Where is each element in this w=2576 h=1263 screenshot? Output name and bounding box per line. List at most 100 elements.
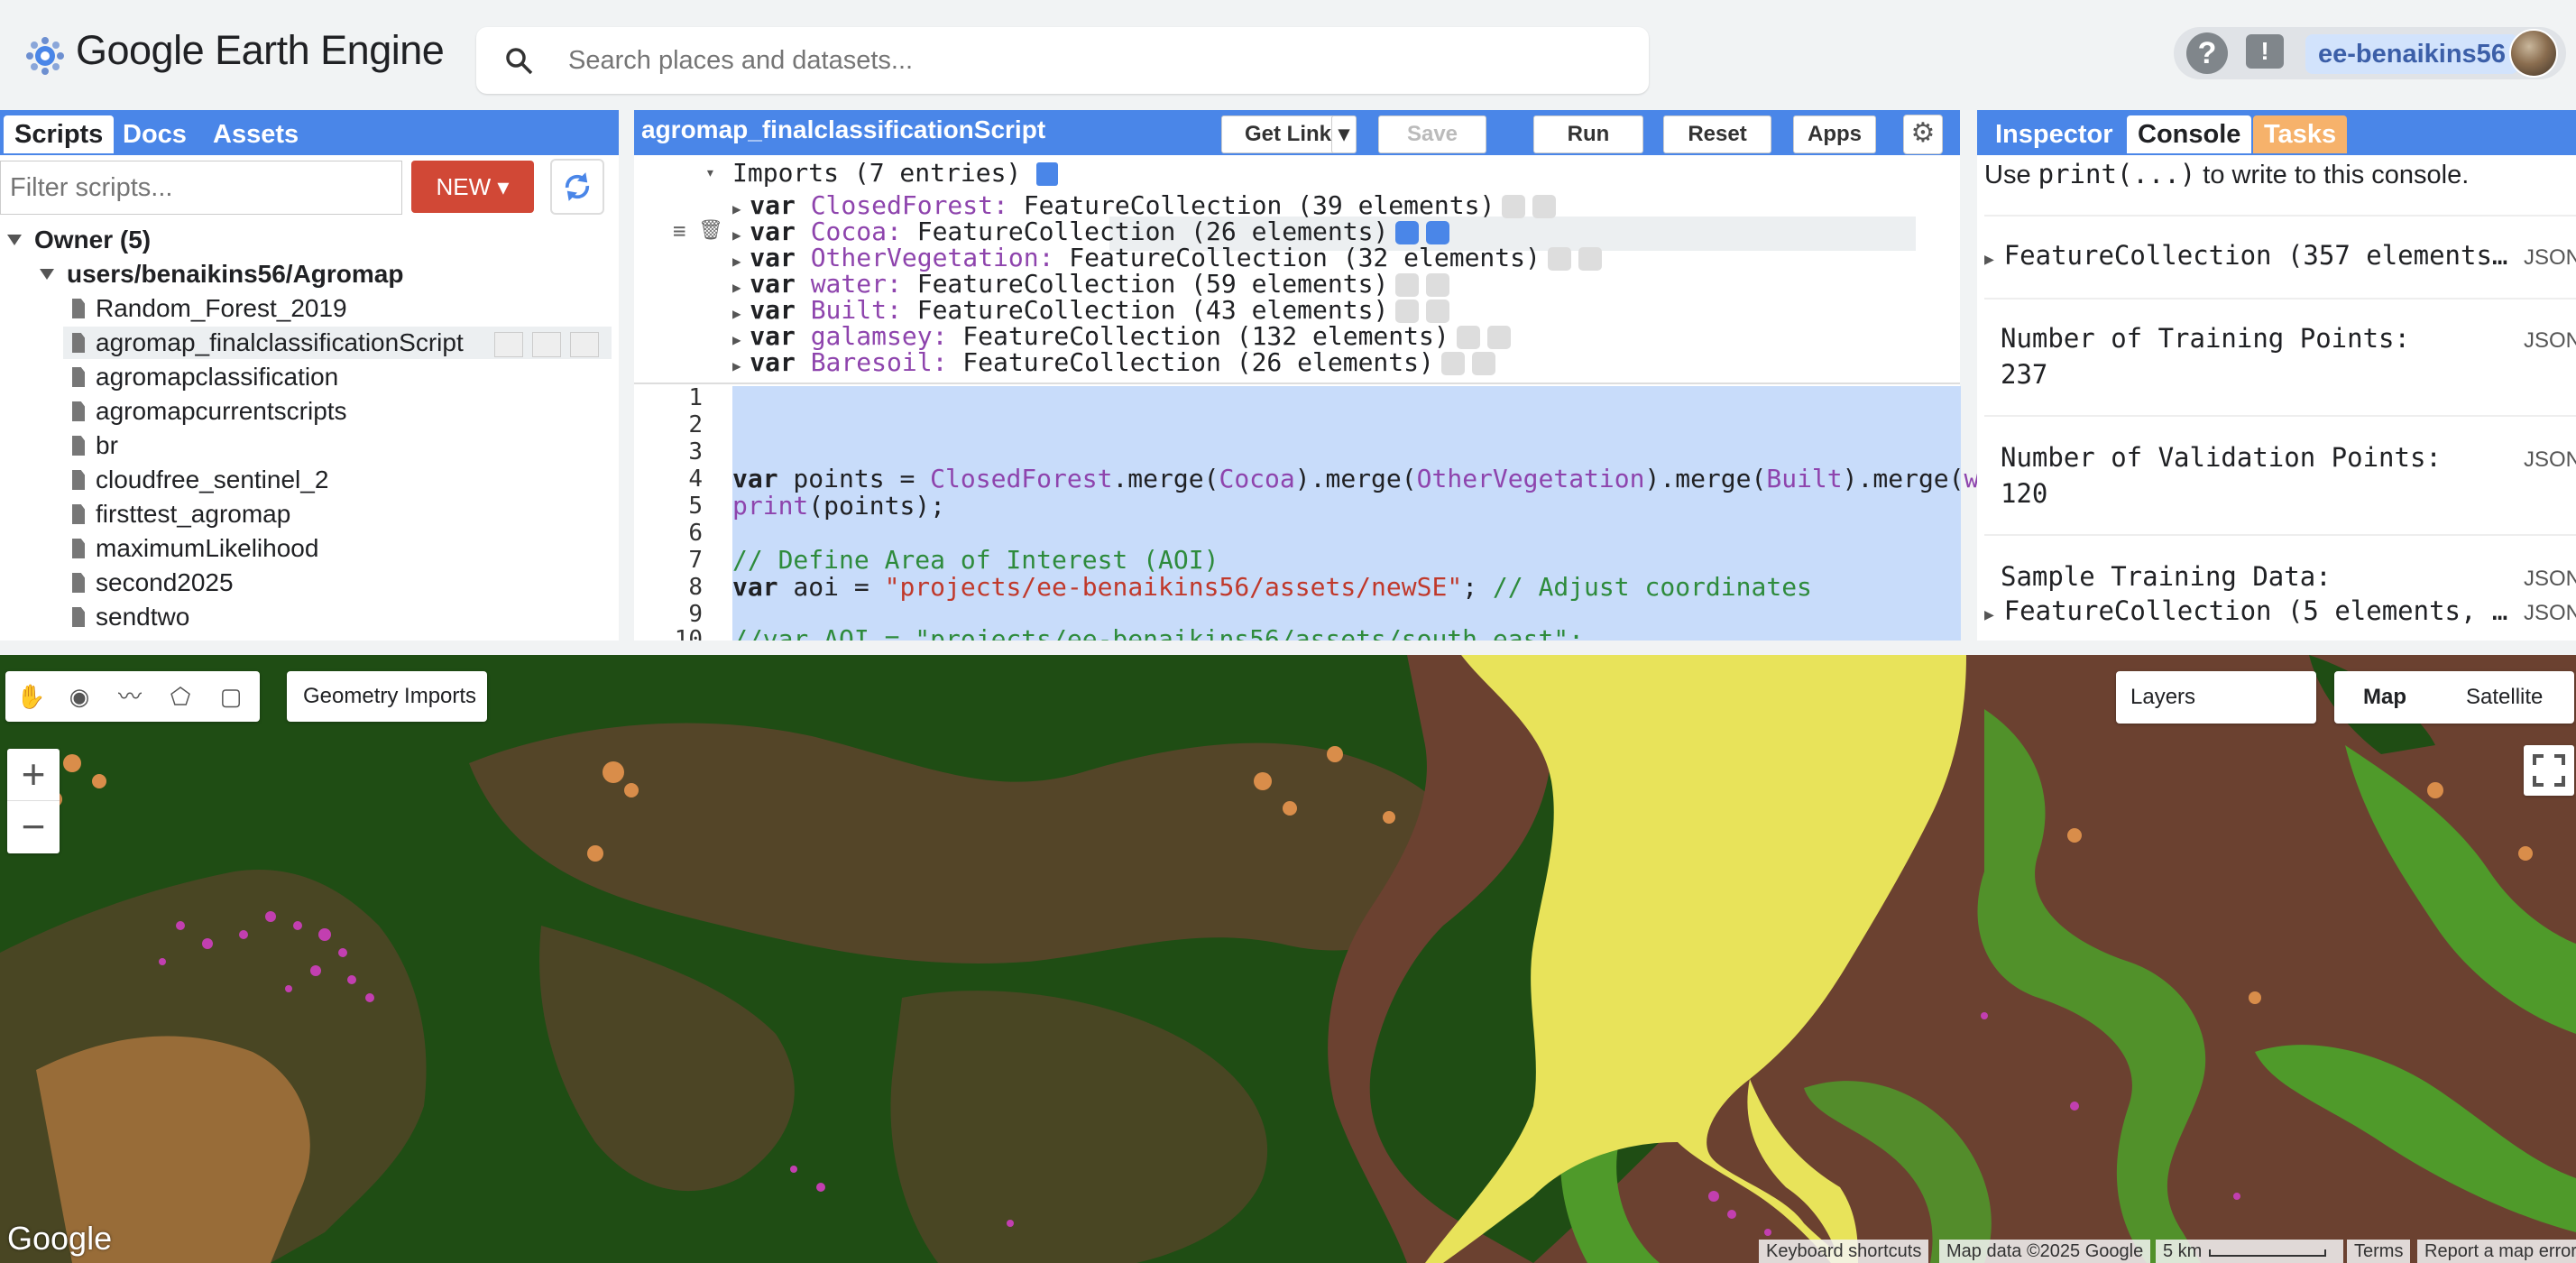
import-target-icon[interactable]	[1486, 326, 1511, 349]
json-button[interactable]: JSON	[2524, 601, 2576, 626]
map-type-map[interactable]: Map	[2363, 671, 2406, 724]
script-item[interactable]: firsttest_agromap	[72, 498, 290, 530]
imports-header[interactable]: Imports (7 entries)	[732, 161, 1059, 186]
file-icon	[72, 573, 85, 593]
rename-icon[interactable]	[532, 331, 561, 357]
terms-link[interactable]: Terms	[2347, 1240, 2411, 1263]
script-item[interactable]: sendtwo	[72, 601, 189, 633]
avatar[interactable]	[2509, 29, 2558, 78]
search-box[interactable]	[476, 27, 1649, 94]
point-marker-icon[interactable]: ◉	[67, 684, 92, 709]
doc-icon[interactable]	[1036, 162, 1059, 186]
geometry-imports-button[interactable]: Geometry Imports	[287, 671, 487, 722]
tab-assets[interactable]: Assets	[202, 115, 309, 153]
panel-resize-handle[interactable]	[0, 641, 2576, 655]
reset-button[interactable]: Reset	[1663, 115, 1771, 153]
script-item[interactable]: second2025	[72, 567, 234, 599]
settings-gear-icon[interactable]: ⚙	[1903, 115, 1943, 154]
import-settings-icon[interactable]	[1502, 195, 1526, 218]
help-icon[interactable]: ?	[2186, 32, 2228, 74]
file-icon	[72, 401, 85, 421]
tab-console[interactable]: Console	[2127, 115, 2252, 153]
delete-icon[interactable]	[570, 331, 599, 357]
zoom-in-button[interactable]: +	[7, 749, 60, 801]
pan-hand-icon[interactable]: ✋	[16, 684, 45, 709]
code-line-5: print(points);	[732, 491, 946, 521]
polygon-icon[interactable]: ⬠	[168, 684, 193, 709]
project-name-button[interactable]: ee-benaikins56	[2305, 34, 2518, 74]
search-input[interactable]	[568, 38, 1605, 83]
import-target-icon[interactable]	[1426, 273, 1450, 297]
script-item[interactable]: agromapcurrentscripts	[72, 395, 347, 428]
json-button[interactable]: JSON	[2524, 245, 2576, 271]
report-map-error-link[interactable]: Report a map error	[2417, 1240, 2576, 1263]
import-settings-icon[interactable]	[1395, 273, 1420, 297]
script-item[interactable]: Random_Forest_2019	[72, 292, 347, 325]
script-item[interactable]: agromapclassification	[72, 361, 338, 393]
console-training-label: Number of Training Points:	[2001, 323, 2410, 354]
import-settings-icon[interactable]	[1440, 352, 1465, 375]
filter-scripts-input[interactable]	[0, 161, 402, 215]
apps-button[interactable]: Apps	[1793, 115, 1876, 153]
rectangle-icon[interactable]: ▢	[218, 684, 244, 709]
console-entry-sample[interactable]: ▶ FeatureCollection (5 elements, …	[1984, 595, 2507, 626]
zoom-out-button[interactable]: −	[7, 801, 60, 853]
refresh-button[interactable]	[550, 159, 604, 215]
history-icon[interactable]	[494, 331, 523, 357]
polyline-icon[interactable]: 〰	[117, 684, 143, 709]
script-item[interactable]: maximumLikelihood	[72, 532, 318, 565]
layers-button[interactable]: Layers	[2116, 671, 2316, 724]
tab-scripts[interactable]: Scripts	[4, 115, 115, 153]
import-row[interactable]: ▶ var Cocoa: FeatureCollection (26 eleme…	[732, 219, 1450, 244]
import-row[interactable]: ▶ var OtherVegetation: FeatureCollection…	[732, 245, 1602, 271]
tab-tasks[interactable]: Tasks	[2253, 115, 2348, 153]
import-row[interactable]: ▶ var water: FeatureCollection (59 eleme…	[732, 272, 1450, 297]
import-target-icon[interactable]	[1532, 195, 1557, 218]
menu-icon[interactable]: ≡	[673, 218, 685, 244]
import-settings-icon[interactable]	[1395, 300, 1420, 323]
map-type-satellite[interactable]: Satellite	[2466, 671, 2543, 724]
save-button[interactable]: Save	[1378, 115, 1486, 153]
trash-icon[interactable]: 🗑	[698, 218, 723, 244]
console-entry-featurecollection[interactable]: ▶ FeatureCollection (357 elements…	[1984, 240, 2507, 271]
import-settings-icon[interactable]	[1456, 326, 1480, 349]
repo-label: users/benaikins56/Agromap	[67, 260, 404, 288]
import-target-icon[interactable]	[1426, 300, 1450, 323]
file-icon	[72, 607, 85, 627]
script-name: agromapclassification	[96, 363, 339, 391]
new-button[interactable]: NEW ▾	[411, 161, 534, 213]
import-row[interactable]: ▶ var galamsey: FeatureCollection (132 e…	[732, 324, 1511, 349]
script-item[interactable]: cloudfree_sentinel_2	[72, 464, 328, 496]
json-button[interactable]: JSON	[2524, 447, 2576, 473]
repo-folder[interactable]: users/benaikins56/Agromap	[40, 258, 403, 290]
tab-inspector[interactable]: Inspector	[1984, 115, 2124, 153]
json-button[interactable]: JSON	[2524, 328, 2576, 354]
get-link-dropdown[interactable]: ▾	[1331, 115, 1357, 153]
map-type-toggle: Map Satellite	[2334, 671, 2574, 724]
import-row[interactable]: ▶ var ClosedForest: FeatureCollection (3…	[732, 193, 1557, 218]
chevron-down-icon: ▾	[497, 173, 510, 200]
line-number: 8	[688, 574, 703, 601]
line-number: 1	[688, 384, 703, 411]
fullscreen-icon[interactable]	[2524, 745, 2574, 796]
owner-group[interactable]: Owner (5)	[7, 224, 151, 256]
json-button[interactable]: JSON	[2524, 567, 2576, 592]
feedback-icon[interactable]: !	[2246, 34, 2284, 69]
import-target-icon[interactable]	[1426, 221, 1450, 244]
collapse-icon[interactable]: ▾	[705, 161, 715, 186]
import-target-icon[interactable]	[1471, 352, 1495, 375]
keyboard-shortcuts-link[interactable]: Keyboard shortcuts	[1759, 1240, 1929, 1263]
import-settings-icon[interactable]	[1547, 247, 1571, 271]
apps-label: Apps	[1808, 122, 1862, 146]
import-row[interactable]: ▶ var Baresoil: FeatureCollection (26 el…	[732, 350, 1495, 375]
map-canvas[interactable]	[0, 655, 2576, 1263]
run-button[interactable]: Run	[1533, 115, 1643, 153]
expand-icon	[7, 235, 22, 245]
import-target-icon[interactable]	[1578, 247, 1602, 271]
import-settings-icon[interactable]	[1395, 221, 1420, 244]
tab-docs[interactable]: Docs	[112, 115, 198, 153]
console-validation-value: 120	[2001, 478, 2048, 509]
script-item[interactable]: br	[72, 429, 118, 462]
import-row[interactable]: ▶ var Built: FeatureCollection (43 eleme…	[732, 298, 1450, 323]
script-item-selected[interactable]: agromap_finalclassificationScript	[63, 327, 612, 359]
